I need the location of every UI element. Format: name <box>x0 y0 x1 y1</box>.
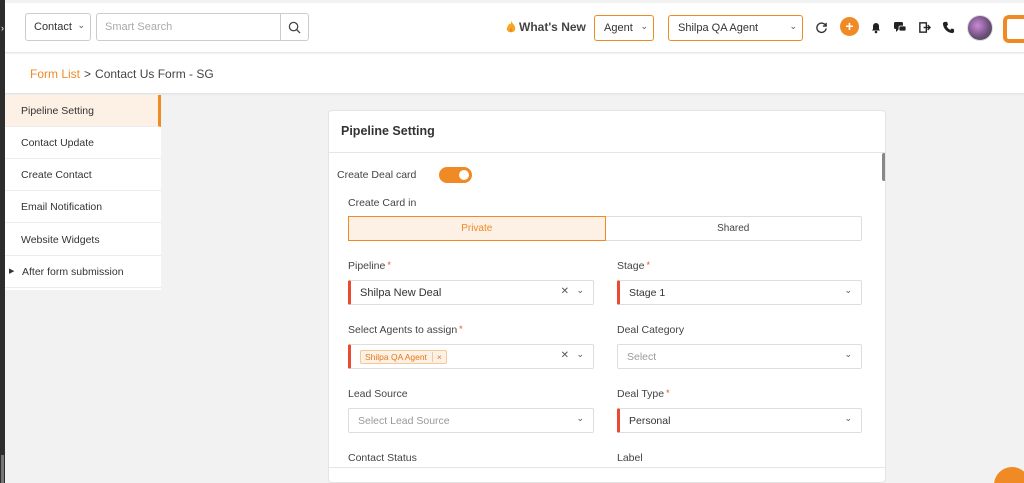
sidebar-item-contact-update[interactable]: Contact Update <box>5 127 161 159</box>
module-select-value: Contact <box>34 21 72 33</box>
chevron-down-icon: ⌄ <box>844 413 852 423</box>
sidebar-item-pipeline-setting[interactable]: Pipeline Setting <box>5 95 161 127</box>
logout-icon[interactable] <box>916 19 932 35</box>
chevron-down-icon: ⌄ <box>576 413 584 423</box>
breadcrumb-form-list-link[interactable]: Form List <box>30 67 80 81</box>
deal-category-label: Deal Category <box>617 324 685 336</box>
chat-icon[interactable] <box>892 19 908 35</box>
card-footer-divider <box>329 467 885 468</box>
chevron-down-icon: ⌄ <box>640 21 648 31</box>
breadcrumb-current: Contact Us Form - SG <box>95 67 214 81</box>
agent-tag: Shilpa QA Agent × <box>360 349 447 364</box>
chevron-down-icon: ⌄ <box>576 285 584 295</box>
chevron-down-icon: ⌄ <box>789 21 797 31</box>
breadcrumb-bar: Form List > Contact Us Form - SG <box>5 54 1024 94</box>
create-deal-card-label: Create Deal card <box>337 169 417 181</box>
sidebar-item-label: Website Widgets <box>21 233 100 246</box>
sidebar-item-email-notification[interactable]: Email Notification <box>5 191 161 223</box>
sidebar-item-label: Pipeline Setting <box>21 104 94 117</box>
shared-option-button[interactable]: Shared <box>606 217 862 240</box>
plus-icon[interactable]: + <box>840 17 859 36</box>
deal-type-label: Deal Type * <box>617 388 670 400</box>
phone-icon[interactable] <box>940 19 956 35</box>
chat-widget-button[interactable] <box>994 467 1024 483</box>
pipeline-label: Pipeline * <box>348 260 391 272</box>
whats-new-link[interactable]: What's New <box>505 20 586 34</box>
chevron-down-icon: ⌄ <box>844 349 852 359</box>
smart-search <box>96 13 309 41</box>
card-divider <box>329 152 885 153</box>
sidebar-item-label: After form submission <box>22 265 124 278</box>
create-card-in-label: Create Card in <box>348 197 417 209</box>
private-option-button[interactable]: Private <box>348 216 606 241</box>
bell-icon[interactable] <box>868 19 884 35</box>
toggle-knob <box>459 170 469 180</box>
module-select[interactable]: Contact ⌄ <box>25 13 91 41</box>
breadcrumb-separator: > <box>84 67 92 81</box>
role-select[interactable]: Agent ⌄ <box>594 15 654 41</box>
sidebar-item-label: Create Contact <box>21 168 92 181</box>
select-agents-label: Select Agents to assign * <box>348 324 463 336</box>
deal-category-placeholder: Select <box>627 350 657 363</box>
card-title: Pipeline Setting <box>341 124 435 138</box>
label-field-label: Label <box>617 452 643 464</box>
sidebar-item-website-widgets[interactable]: Website Widgets <box>5 224 161 256</box>
agent-select[interactable]: Shilpa QA Agent ⌄ <box>668 15 803 41</box>
breadcrumb: Form List > Contact Us Form - SG <box>30 67 214 81</box>
whats-new-label: What's New <box>519 20 586 34</box>
clear-icon[interactable]: ✕ <box>561 350 569 361</box>
user-avatar[interactable] <box>967 15 993 41</box>
deal-type-select[interactable]: Personal ⌄ <box>617 408 862 433</box>
top-navbar: Contact ⌄ What's New Agent ⌄ Shilpa QA A… <box>5 3 1024 53</box>
agent-tag-label: Shilpa QA Agent <box>365 351 427 362</box>
brand-logo <box>1003 15 1024 43</box>
sidebar-item-create-contact[interactable]: Create Contact <box>5 159 161 191</box>
create-card-in-segment: Private Shared <box>348 216 862 241</box>
card-scrollbar[interactable] <box>881 153 885 467</box>
agents-multiselect[interactable]: Shilpa QA Agent × ✕ ⌄ <box>348 344 594 369</box>
agent-select-value: Shilpa QA Agent <box>678 22 759 34</box>
role-select-value: Agent <box>604 22 633 34</box>
sidebar-item-after-form-submission[interactable]: ▶ After form submission <box>5 256 161 288</box>
settings-side-menu: Pipeline Setting Contact Update Create C… <box>5 95 161 290</box>
stage-value: Stage 1 <box>629 286 666 299</box>
sidebar-item-label: Contact Update <box>21 136 94 149</box>
pipeline-value: Shilpa New Deal <box>360 286 442 299</box>
search-button[interactable] <box>280 14 308 40</box>
deal-category-select[interactable]: Select ⌄ <box>617 344 862 369</box>
search-input[interactable] <box>97 14 280 40</box>
chevron-down-icon: ⌄ <box>844 285 852 295</box>
contact-status-label: Contact Status <box>348 452 417 464</box>
stage-select[interactable]: Stage 1 ⌄ <box>617 280 862 305</box>
remove-tag-icon[interactable]: × <box>431 351 442 362</box>
chevron-down-icon: ⌄ <box>77 20 85 30</box>
sidebar-item-label: Email Notification <box>21 200 103 213</box>
chevron-down-icon: ⌄ <box>576 349 584 359</box>
refresh-icon[interactable] <box>813 19 829 35</box>
create-deal-card-toggle[interactable] <box>439 167 472 183</box>
fire-icon <box>506 21 516 33</box>
stage-label: Stage * <box>617 260 650 272</box>
lead-source-placeholder: Select Lead Source <box>358 414 450 427</box>
clear-icon[interactable]: ✕ <box>561 286 569 297</box>
edge-scroll-indicator <box>1 455 4 483</box>
scroll-thumb[interactable] <box>882 153 885 181</box>
pipeline-setting-card: Pipeline Setting Create Deal card Create… <box>328 110 886 483</box>
pipeline-select[interactable]: Shilpa New Deal ✕ ⌄ <box>348 280 594 305</box>
lead-source-label: Lead Source <box>348 388 408 400</box>
search-icon <box>288 21 301 34</box>
lead-source-select[interactable]: Select Lead Source ⌄ <box>348 408 594 433</box>
deal-type-value: Personal <box>629 414 671 427</box>
caret-right-icon: ▶ <box>9 268 15 275</box>
